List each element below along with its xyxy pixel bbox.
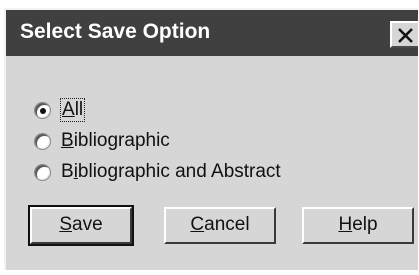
title-bar[interactable]: Select Save Option bbox=[6, 10, 418, 56]
save-button[interactable]: Save bbox=[28, 205, 134, 246]
radio-option-bibliographic[interactable]: Bibliographic bbox=[34, 128, 170, 154]
radio-button-all[interactable] bbox=[34, 101, 51, 119]
close-icon bbox=[398, 28, 413, 43]
select-save-option-dialog: Select Save Option All Bibliographic Bib… bbox=[4, 8, 418, 270]
help-button[interactable]: Help bbox=[302, 207, 414, 244]
radio-option-bibliographic-and-abstract[interactable]: Bibliographic and Abstract bbox=[34, 159, 281, 185]
radio-label-all[interactable]: All bbox=[59, 98, 86, 122]
label-prefix: B bbox=[61, 161, 74, 182]
radio-button-bibliographic-and-abstract[interactable] bbox=[34, 163, 51, 181]
radio-label-bibliographic[interactable]: Bibliographic bbox=[61, 130, 170, 152]
label-rest: ll bbox=[74, 99, 84, 120]
label-rest: ibliographic bbox=[73, 130, 170, 151]
label-mnemonic: A bbox=[62, 99, 75, 120]
help-mnemonic: H bbox=[338, 214, 353, 235]
radio-option-all[interactable]: All bbox=[34, 97, 86, 123]
save-mnemonic: S bbox=[59, 214, 73, 235]
dialog-title: Select Save Option bbox=[20, 20, 211, 43]
label-mnemonic: B bbox=[61, 130, 74, 151]
radio-label-bibliographic-and-abstract[interactable]: Bibliographic and Abstract bbox=[61, 161, 281, 183]
radio-selected-dot bbox=[40, 107, 46, 114]
save-label-rest: ave bbox=[72, 214, 103, 235]
close-button[interactable] bbox=[390, 21, 418, 48]
radio-button-bibliographic[interactable] bbox=[34, 132, 51, 150]
help-label-rest: elp bbox=[352, 214, 378, 235]
cancel-button[interactable]: Cancel bbox=[164, 207, 276, 244]
cancel-mnemonic: C bbox=[190, 214, 205, 235]
label-rest: bliographic and Abstract bbox=[77, 161, 281, 182]
cancel-label-rest: ancel bbox=[204, 214, 250, 235]
